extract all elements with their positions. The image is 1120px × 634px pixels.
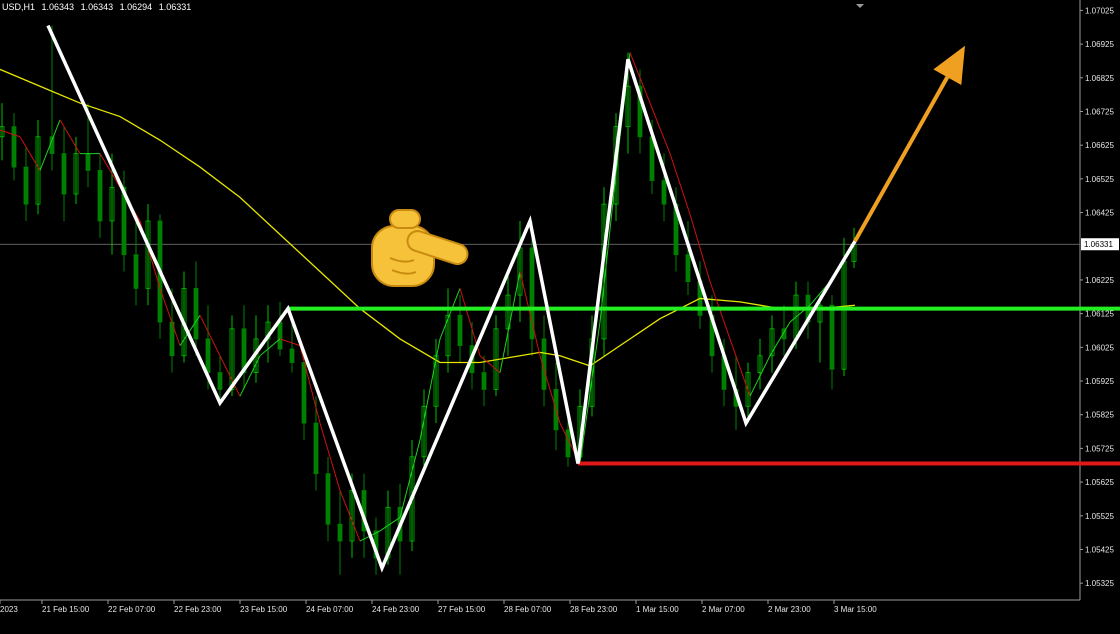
ma-fast-segment: [279, 338, 301, 347]
price-tick-label: 1.06525: [1085, 175, 1114, 184]
close-value: 1.06331: [158, 2, 192, 12]
candle-body: [661, 180, 667, 205]
time-tick-label: 28 Feb 23:00: [570, 605, 618, 614]
price-tick-label: 1.05825: [1085, 411, 1114, 420]
price-tick-label: 1.06725: [1085, 107, 1114, 116]
price-tick-label: 1.05525: [1085, 512, 1114, 521]
candle-body: [133, 254, 139, 289]
candle-body: [325, 473, 331, 525]
candle-body: [565, 429, 571, 458]
time-tick-label: 3 Mar 15:00: [834, 605, 877, 614]
time-tick-label: 21 Feb 15:00: [42, 605, 90, 614]
price-tick-label: 1.05725: [1085, 444, 1114, 453]
time-tick-label: 23 Feb 15:00: [240, 605, 288, 614]
price-tick-label: 1.06625: [1085, 141, 1114, 150]
open-value: 1.06343: [41, 2, 75, 12]
ma-fast-segment: [419, 338, 441, 441]
price-tick-label: 1.06025: [1085, 343, 1114, 352]
candle-body: [205, 338, 211, 373]
ma-slow-line: [0, 68, 856, 367]
high-value: 1.06343: [80, 2, 114, 12]
candle-body: [529, 247, 535, 340]
candle-body: [97, 170, 103, 222]
price-tick-label: 1.06825: [1085, 74, 1114, 83]
ma-fast-segment: [19, 136, 41, 171]
ma-fast-segment: [769, 321, 791, 357]
chart: USD,H1 1.06343 1.06343 1.06294 1.06331 1…: [0, 0, 1120, 630]
candle-body: [649, 136, 655, 181]
ma-fast-segment: [599, 136, 621, 323]
symbol-label: USD,H1: [2, 2, 36, 12]
projection-arrow-head: [933, 45, 965, 86]
candle-body: [23, 166, 29, 205]
price-tick-label: 1.05425: [1085, 545, 1114, 554]
projection-arrow-shaft: [853, 76, 950, 243]
time-tick-label: 1 Mar 15:00: [636, 605, 679, 614]
candle-body: [457, 314, 463, 347]
price-tick-label: 1.05625: [1085, 478, 1114, 487]
price-tick-label: 1.06925: [1085, 40, 1114, 49]
candle-body: [193, 287, 199, 340]
candle-body: [277, 321, 283, 350]
ma-fast-segment: [59, 119, 81, 154]
candle-body: [85, 153, 91, 171]
time-tick-label: 2023: [0, 605, 18, 614]
chart-plot[interactable]: 1.07025 1.06925 1.06825 1.06725 1.06625 1.065…: [0, 0, 1120, 630]
ma-fast-segment: [669, 153, 691, 215]
ma-fast-segment: [0, 129, 21, 138]
candle-body: [217, 372, 223, 390]
time-tick-label: 27 Feb 15:00: [438, 605, 486, 614]
candle-body: [289, 348, 295, 363]
candle-body: [685, 254, 691, 283]
ma-fast-segment: [479, 355, 501, 373]
time-tick-label: 24 Feb 07:00: [306, 605, 354, 614]
candle-body: [61, 153, 67, 195]
candle-body: [829, 304, 835, 370]
price-tick-label: 1.06125: [1085, 310, 1114, 319]
pointing-hand-icon: [371, 209, 469, 287]
candle-body: [481, 372, 487, 390]
time-tick-label: 28 Feb 07:00: [504, 605, 552, 614]
price-tick-label: 1.05925: [1085, 377, 1114, 386]
low-value: 1.06294: [119, 2, 153, 12]
ma-fast-segment: [39, 119, 61, 171]
candle-body: [337, 523, 343, 542]
time-tick-label: 22 Feb 07:00: [108, 605, 156, 614]
price-tick-label: 1.07025: [1085, 6, 1114, 15]
time-tick-label: 2 Mar 23:00: [768, 605, 811, 614]
zigzag-line: [46, 24, 857, 573]
price-tick-label: 1.06225: [1085, 276, 1114, 285]
candle-body: [313, 422, 319, 475]
time-tick-label: 2 Mar 07:00: [702, 605, 745, 614]
price-tick-label: 1.06425: [1085, 209, 1114, 218]
chart-shift-marker: [856, 4, 864, 8]
candle-body: [301, 362, 307, 424]
price-tick-label: 1.05325: [1085, 579, 1114, 588]
time-tick-label: 22 Feb 23:00: [174, 605, 222, 614]
chart-header: USD,H1 1.06343 1.06343 1.06294 1.06331: [2, 2, 195, 12]
current-price-label: 1.06331: [1084, 240, 1113, 249]
time-tick-label: 24 Feb 23:00: [372, 605, 420, 614]
candle-body: [11, 126, 17, 168]
